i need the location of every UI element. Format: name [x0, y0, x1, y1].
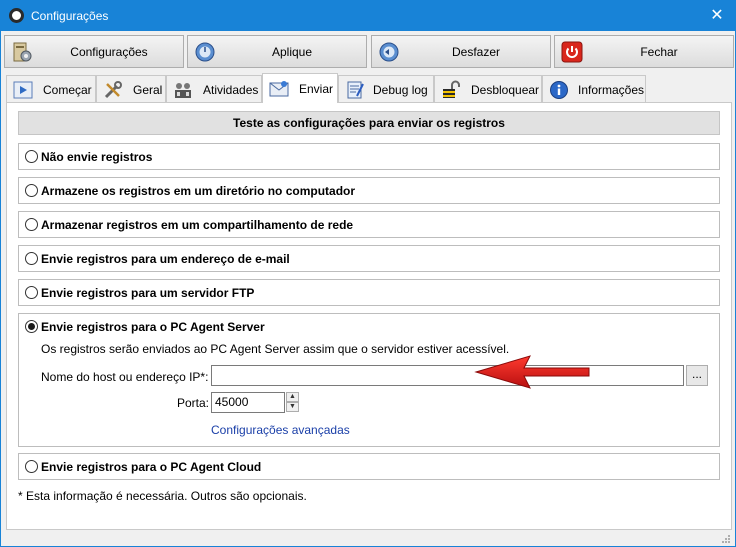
- host-label: Nome do host ou endereço IP*:: [41, 370, 209, 384]
- aplique-button[interactable]: Aplique: [187, 35, 367, 68]
- option-label: Envie registros para um servidor FTP: [41, 286, 255, 300]
- notepad-icon: [347, 81, 364, 99]
- option-label: Envie registros para um endereço de e-ma…: [41, 252, 290, 266]
- advanced-settings-link[interactable]: Configurações avançadas: [211, 423, 350, 437]
- aplique-label: Aplique: [271, 45, 313, 59]
- option-agent-cloud[interactable]: Envie registros para o PC Agent Cloud: [18, 453, 720, 480]
- settings-window: Configurações ✕ Configurações Aplique De…: [0, 0, 736, 547]
- tab-desbloquear-label: Desbloquear: [471, 83, 540, 97]
- option-directory[interactable]: Armazene os registros em um diretório no…: [18, 177, 720, 204]
- option-label: Envie registros para o PC Agent Cloud: [41, 460, 262, 474]
- configuracoes-label: Configurações: [70, 45, 148, 59]
- tab-atividades-label: Atividades: [203, 83, 259, 97]
- radio-email[interactable]: [25, 252, 38, 265]
- option-ftp[interactable]: Envie registros para um servidor FTP: [18, 279, 720, 306]
- info-icon: [550, 81, 568, 99]
- close-icon[interactable]: ✕: [705, 4, 729, 28]
- server-description: Os registros serão enviados ao PC Agent …: [41, 342, 510, 356]
- spin-down-icon[interactable]: ▼: [286, 402, 299, 412]
- test-settings-button[interactable]: Teste as configurações para enviar os re…: [18, 111, 720, 135]
- tab-comecar[interactable]: Começar: [6, 75, 96, 102]
- toolbar: Configurações Aplique Desfazer Fechar: [4, 35, 734, 69]
- power-icon: [561, 41, 583, 63]
- port-stepper[interactable]: ▲ ▼: [286, 392, 299, 413]
- app-icon: [9, 8, 24, 23]
- option-label: Armazene os registros em um diretório no…: [41, 184, 356, 198]
- radio-agent-cloud[interactable]: [25, 460, 38, 473]
- tab-strip: Começar Geral Atividades Enviar Debug lo…: [6, 73, 731, 103]
- unlock-icon: [443, 80, 460, 98]
- configuracoes-button[interactable]: Configurações: [4, 35, 184, 68]
- tab-desbloquear[interactable]: Desbloquear: [434, 75, 542, 102]
- tools-icon: [104, 81, 122, 99]
- people-icon: [175, 83, 191, 98]
- tab-enviar-label: Enviar: [299, 82, 334, 96]
- enviar-panel: Teste as configurações para enviar os re…: [6, 102, 732, 530]
- tab-atividades[interactable]: Atividades: [166, 75, 262, 102]
- resize-grip-icon[interactable]: [721, 534, 731, 544]
- option-label: Envie registros para o PC Agent Server: [41, 320, 265, 334]
- settings-icon: [13, 42, 32, 62]
- browse-button[interactable]: ...: [686, 365, 708, 386]
- tab-enviar[interactable]: Enviar: [262, 73, 338, 103]
- port-label: Porta:: [177, 396, 210, 410]
- desfazer-button[interactable]: Desfazer: [371, 35, 551, 68]
- option-label: Armazenar registros em um compartilhamen…: [41, 218, 354, 232]
- option-email[interactable]: Envie registros para um endereço de e-ma…: [18, 245, 720, 272]
- status-bar: [1, 531, 735, 546]
- undo-icon: [379, 42, 399, 62]
- window-title: Configurações: [31, 9, 109, 23]
- apply-icon: [195, 42, 215, 62]
- tab-informacoes-label: Informações: [578, 83, 645, 97]
- tab-informacoes[interactable]: Informações: [542, 75, 646, 102]
- radio-agent-server[interactable]: [25, 320, 38, 333]
- radio-directory[interactable]: [25, 184, 38, 197]
- option-network-share[interactable]: Armazenar registros em um compartilhamen…: [18, 211, 720, 238]
- play-icon: [13, 81, 33, 99]
- fechar-button[interactable]: Fechar: [554, 35, 734, 68]
- port-input[interactable]: 45000: [211, 392, 285, 413]
- option-no-send[interactable]: Não envie registros: [18, 143, 720, 170]
- red-arrow-icon: [474, 355, 590, 389]
- title-bar: Configurações ✕: [1, 1, 735, 31]
- fechar-label: Fechar: [640, 45, 678, 59]
- tab-debug-log[interactable]: Debug log: [338, 75, 434, 102]
- spin-up-icon[interactable]: ▲: [286, 392, 299, 402]
- option-agent-server[interactable]: Envie registros para o PC Agent Server O…: [18, 313, 720, 447]
- required-note: * Esta informação é necessária. Outros s…: [18, 489, 307, 503]
- tab-debug-log-label: Debug log: [373, 83, 428, 97]
- radio-network-share[interactable]: [25, 218, 38, 231]
- option-label: Não envie registros: [41, 150, 153, 164]
- tab-geral[interactable]: Geral: [96, 75, 166, 102]
- tab-geral-label: Geral: [133, 83, 163, 97]
- tab-comecar-label: Começar: [43, 83, 92, 97]
- desfazer-label: Desfazer: [451, 45, 501, 59]
- radio-no-send[interactable]: [25, 150, 38, 163]
- radio-ftp[interactable]: [25, 286, 38, 299]
- envelope-icon: [269, 81, 289, 97]
- host-input[interactable]: [211, 365, 684, 386]
